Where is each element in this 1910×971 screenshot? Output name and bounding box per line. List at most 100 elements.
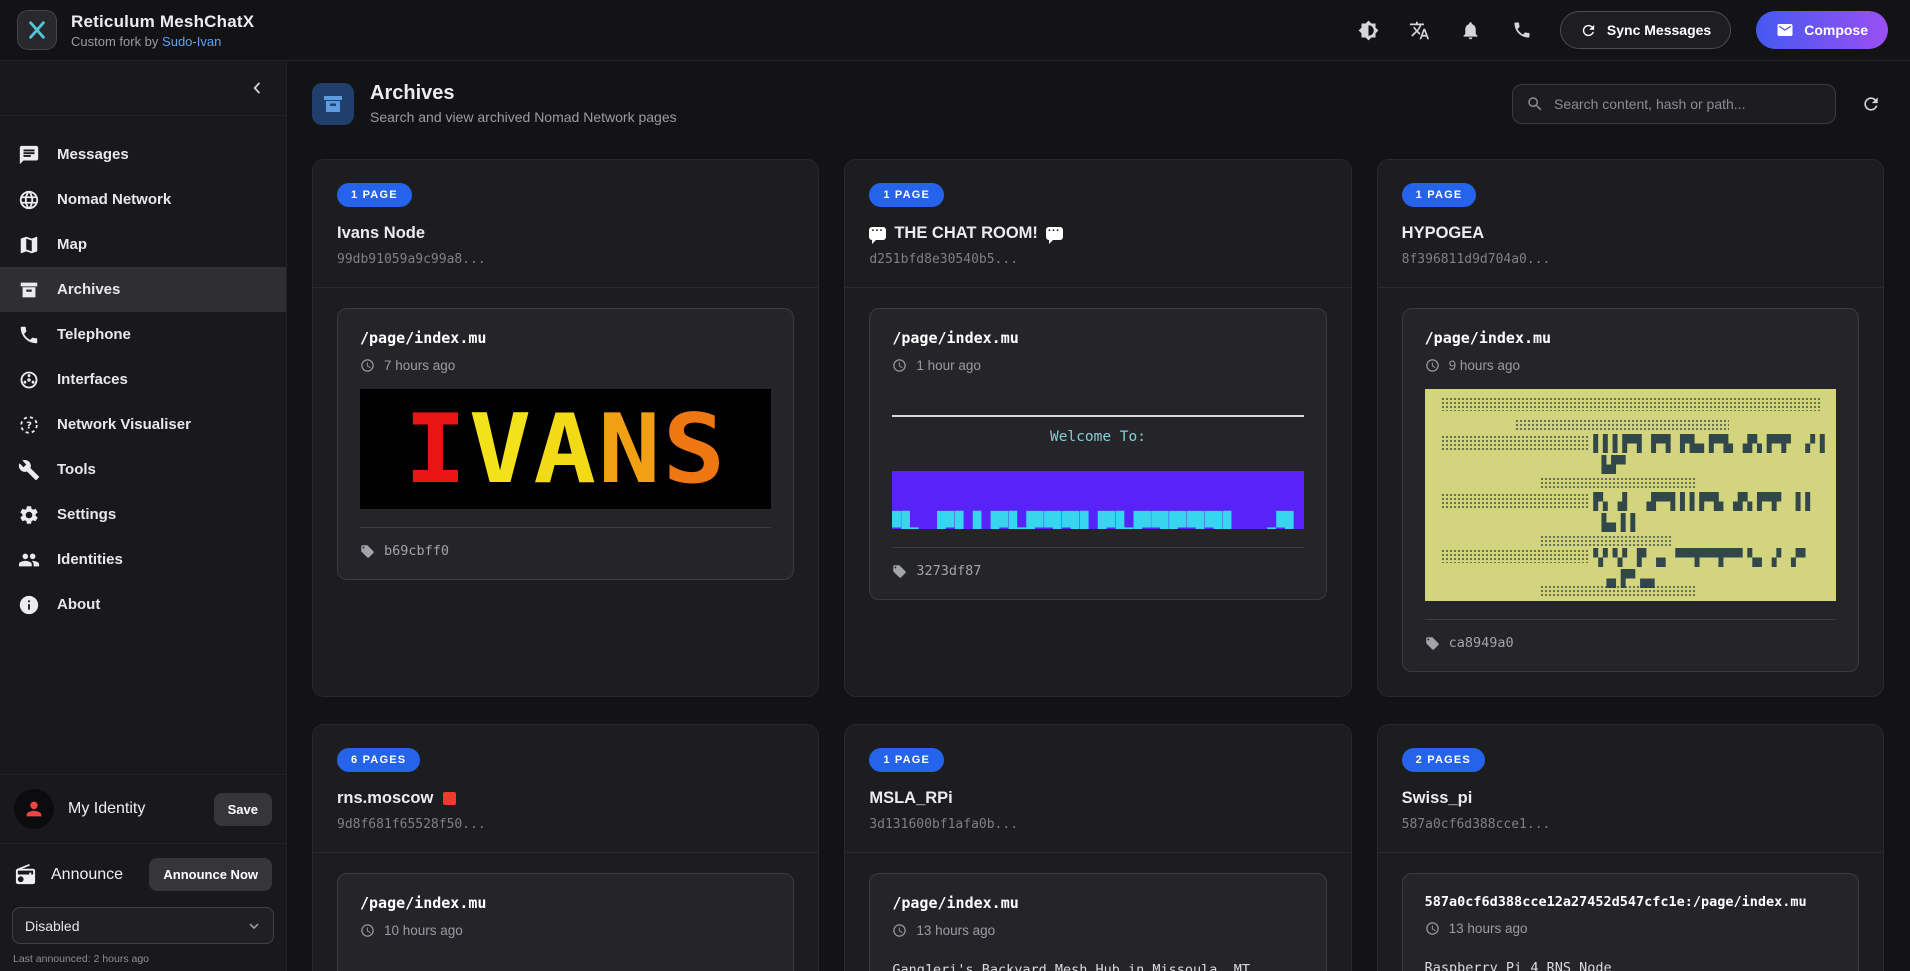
sidebar-item-interfaces[interactable]: Interfaces [0,357,286,402]
card-body: /page/index.mu 13 hours ago Gang1eri's B… [845,853,1350,971]
sidebar-item-identities[interactable]: Identities [0,537,286,582]
card-hash: 99db91059a9c99a8... [337,252,794,267]
sidebar-bottom: My Identity Save Announce Announce Now D… [0,774,286,971]
svg-text:?: ? [26,420,32,431]
sidebar-item-about[interactable]: About [0,582,286,627]
sidebar-item-nomad-network[interactable]: Nomad Network [0,177,286,222]
hypogea-pixel-art: ▌▌▌▛▜ ▛▜ ▛▙▖▛▜▖▗▛▖▛▜▘ ▞▐ ▙▛▘ ▛▖▗▌ ▗▛▀▌▌▌… [1425,389,1836,601]
announce-label: Announce [51,866,135,884]
sidebar-item-messages[interactable]: Messages [0,132,286,177]
card-title: HYPOGEA [1402,224,1859,243]
sidebar-item-network-visualiser[interactable]: ? Network Visualiser [0,402,286,447]
page-tag: 3273df87 [916,563,981,579]
card-title-text: rns.moscow [337,789,433,808]
sidebar-top [0,61,286,116]
card-header: 2 PAGES Swiss_pi 587a0cf6d388cce1... [1378,725,1883,853]
search-input[interactable] [1554,96,1822,112]
app-logo[interactable] [17,10,57,50]
page-time-label: 1 hour ago [916,358,981,373]
refresh-archives-button[interactable] [1858,91,1884,117]
page-tag-row: 3273df87 [892,547,1303,579]
page-content-text: Gang1eri's Backyard Mesh Hub in Missoula… [892,962,1303,971]
search-icon [1526,95,1544,113]
page-preview-panel[interactable]: /page/index.mu 13 hours ago Gang1eri's B… [869,873,1326,971]
page-path: /page/index.mu [892,329,1303,347]
avatar[interactable] [14,789,54,829]
archive-card[interactable]: 1 PAGE Ivans Node 99db91059a9c99a8... /p… [312,159,819,697]
archive-card[interactable]: 1 PAGE HYPOGEA 8f396811d9d704a0... /page… [1377,159,1884,697]
ivans-ascii-banner: I V A N S [360,389,771,509]
top-header: Reticulum MeshChatX Custom fork by Sudo-… [0,0,1910,61]
page-count-badge: 1 PAGE [869,183,944,207]
sync-messages-button[interactable]: Sync Messages [1560,11,1731,49]
people-icon [18,549,40,571]
announce-mode-select[interactable]: Disabled [12,907,274,944]
save-button[interactable]: Save [214,793,272,826]
page-header-right [1512,84,1884,124]
language-button[interactable] [1407,17,1433,43]
page-time-label: 7 hours ago [384,358,455,373]
page-preview-panel[interactable]: /page/index.mu 9 hours ago ▌▌▌▛▜ ▛▜ ▛▙▖▛… [1402,308,1859,672]
sidebar-item-telephone[interactable]: Telephone [0,312,286,357]
dither-row [1540,535,1672,547]
announce-now-button[interactable]: Announce Now [149,858,272,891]
sidebar: Messages Nomad Network Map Archives [0,61,287,971]
map-icon [18,234,40,256]
preview-divider [892,415,1303,417]
pixel-text: ▌▌▌▛▜ ▛▜ ▛▙▖▛▜▖▗▛▖▛▜▘ ▞▐ [1593,436,1824,452]
welcome-text: Welcome To: [892,429,1303,445]
archive-card[interactable]: 1 PAGE THE CHAT ROOM! d251bfd8e30540b5..… [844,159,1351,697]
card-body: /page/index.mu 1 hour ago Welcome To: ▛▜… [845,288,1350,696]
app-subtitle: Custom fork by Sudo-Ivan [71,34,254,49]
clock-icon [360,358,375,373]
page-title: Archives [370,82,677,105]
chevron-left-icon [248,79,266,97]
logo-x-icon [26,19,48,41]
main-content: Archives Search and view archived Nomad … [287,61,1910,971]
speech-balloon-icon [1046,227,1063,240]
telephone-button[interactable] [1509,17,1535,43]
sidebar-item-label: About [57,596,100,613]
theme-toggle-button[interactable] [1356,17,1382,43]
card-title: Ivans Node [337,224,794,243]
sidebar-item-tools[interactable]: Tools [0,447,286,492]
red-square-icon [443,792,456,805]
page-preview-panel[interactable]: /page/index.mu 7 hours ago I V A N [337,308,794,580]
page-preview-panel[interactable]: /page/index.mu 1 hour ago Welcome To: ▛▜… [869,308,1326,600]
card-header: 1 PAGE HYPOGEA 8f396811d9d704a0... [1378,160,1883,288]
sidebar-item-map[interactable]: Map [0,222,286,267]
dither-row [1515,419,1729,430]
sidebar-item-label: Nomad Network [57,191,171,208]
sidebar-item-settings[interactable]: Settings [0,492,286,537]
page-tag: ca8949a0 [1449,635,1514,651]
ascii-letter: I [404,401,469,497]
envelope-icon [1776,21,1794,39]
phone-icon [1512,20,1532,40]
dither-row [1441,435,1589,451]
divider [0,843,286,844]
page-time-label: 10 hours ago [384,923,463,938]
author-link[interactable]: Sudo-Ivan [162,34,221,49]
pixel-text: ▙▖▌▌ [1602,515,1641,531]
archive-card[interactable]: 6 PAGES rns.moscow 9d8f681f65528f50... /… [312,724,819,971]
compose-button[interactable]: Compose [1756,11,1888,49]
notifications-button[interactable] [1458,17,1484,43]
tag-icon [360,544,375,559]
sidebar-item-archives[interactable]: Archives [0,267,286,312]
card-title: rns.moscow [337,789,794,808]
sidebar-item-label: Archives [57,281,120,298]
card-header: 1 PAGE THE CHAT ROOM! d251bfd8e30540b5..… [845,160,1350,288]
sidebar-item-label: Network Visualiser [57,416,191,433]
clock-icon [1425,921,1440,936]
archive-card[interactable]: 1 PAGE MSLA_RPi 3d131600bf1afa0b... /pag… [844,724,1351,971]
page-time: 13 hours ago [892,923,1303,938]
compose-label: Compose [1804,22,1868,38]
header-actions: Sync Messages Compose [1356,11,1888,49]
page-preview-panel[interactable]: 587a0cf6d388cce12a27452d547cfc1e:/page/i… [1402,873,1859,971]
identity-label: My Identity [68,800,200,818]
sidebar-collapse-button[interactable] [248,79,266,97]
page-content-text: Raspberry Pi 4 RNS Node [1425,960,1836,971]
archive-card[interactable]: 2 PAGES Swiss_pi 587a0cf6d388cce1... 587… [1377,724,1884,971]
sidebar-item-label: Map [57,236,87,253]
page-preview-panel[interactable]: /page/index.mu 10 hours ago Language: EN… [337,873,794,971]
